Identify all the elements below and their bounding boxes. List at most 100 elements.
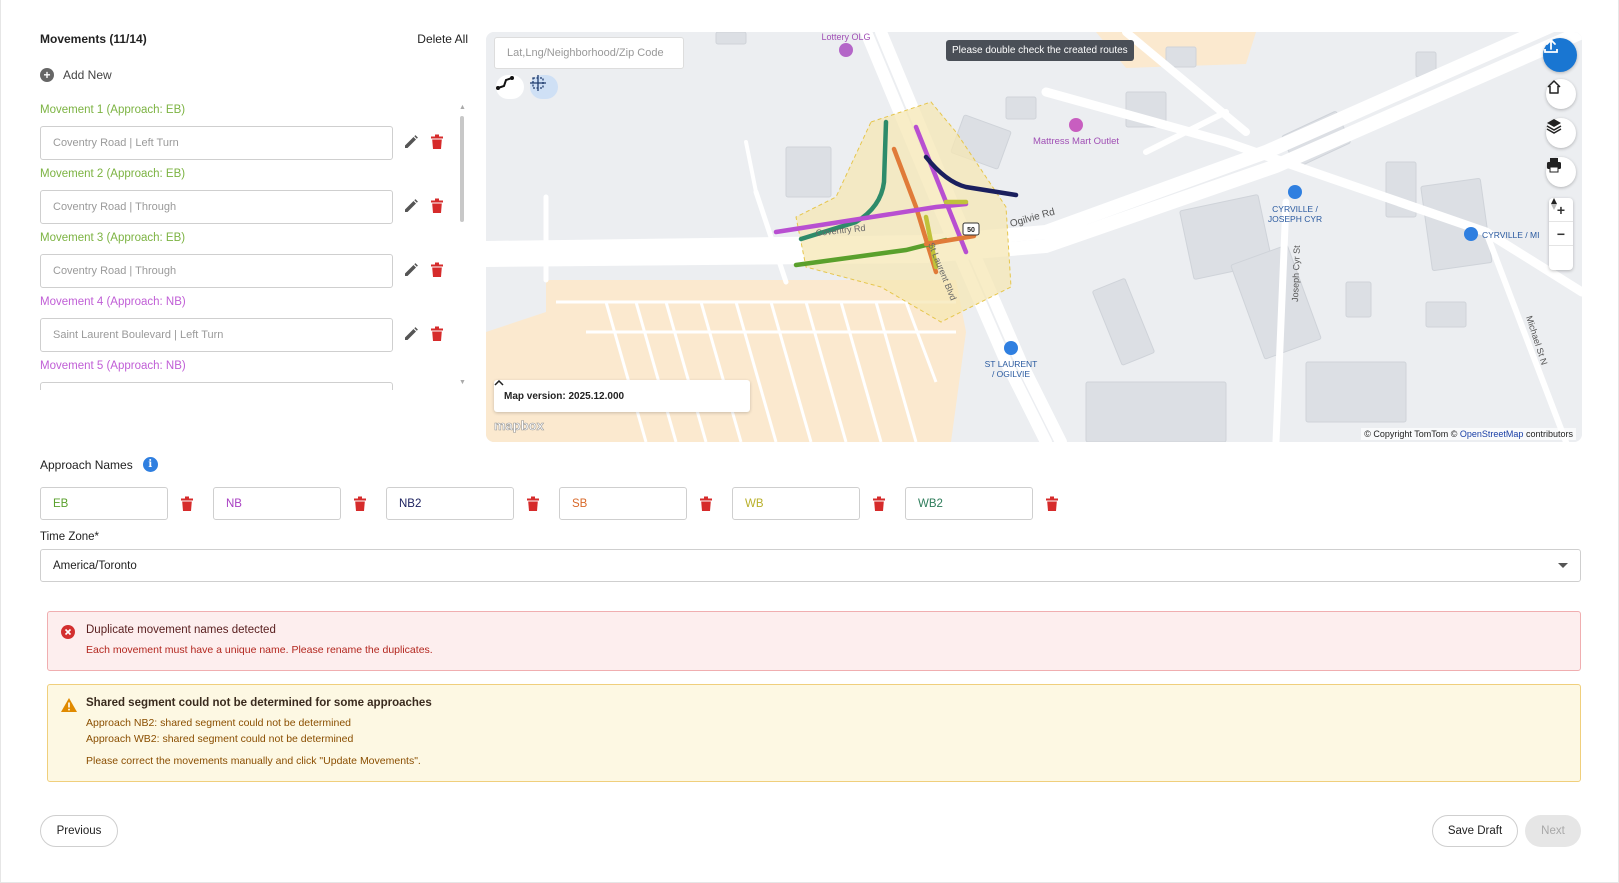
caret-down-icon <box>1558 563 1568 568</box>
home-button[interactable] <box>1546 79 1576 109</box>
movements-list[interactable]: Movement 1 (Approach: EB) Coventry Road … <box>40 100 458 390</box>
duplicate-names-alert: Duplicate movement names detected Each m… <box>47 611 1581 671</box>
compass-button[interactable] <box>1549 198 1573 270</box>
trash-icon[interactable] <box>430 262 444 278</box>
layers-button[interactable] <box>1546 118 1576 148</box>
movement-name-input[interactable]: Coventry Road | Left Turn <box>40 126 393 160</box>
approach-item: WB2 <box>905 487 1059 520</box>
info-icon[interactable]: i <box>142 457 158 472</box>
movement-label: Movement 4 (Approach: NB) <box>40 296 186 308</box>
trash-icon[interactable] <box>430 326 444 342</box>
movement-item: Movement 1 (Approach: EB) Coventry Road … <box>40 104 450 160</box>
road-label-joseph-cyr: Joseph Cyr St <box>1290 245 1302 302</box>
alert-line: Approach WB2: shared segment could not b… <box>86 733 354 745</box>
trash-icon[interactable] <box>430 134 444 150</box>
movement-item: Movement 2 (Approach: EB) Coventry Road … <box>40 168 450 224</box>
next-button[interactable]: Next <box>1525 815 1581 847</box>
add-new-button[interactable]: + Add New <box>40 68 112 82</box>
upload-icon <box>1544 38 1558 53</box>
routes-tooltip: Please double check the created routes <box>946 40 1134 61</box>
approach-name-input[interactable]: EB <box>40 487 168 520</box>
approach-name-input[interactable]: WB <box>732 487 860 520</box>
map-version-panel[interactable]: Map version: 2025.12.000 <box>494 380 750 412</box>
mapbox-logo: mapbox <box>494 418 544 434</box>
poi-label-cyrville-2: JOSEPH CYR <box>1268 214 1322 224</box>
movement-label: Movement 1 (Approach: EB) <box>40 104 186 116</box>
pencil-icon[interactable] <box>403 326 419 342</box>
bus-stop-icon[interactable] <box>1004 341 1018 355</box>
alert-message: Each movement must have a unique name. P… <box>86 644 433 656</box>
printer-icon <box>1547 158 1561 173</box>
warning-triangle-icon <box>61 698 77 712</box>
approach-item: NB2 <box>386 487 540 520</box>
approach-name-input[interactable]: NB <box>213 487 341 520</box>
trash-icon[interactable] <box>353 496 367 512</box>
timezone-value: America/Toronto <box>53 559 137 572</box>
upload-button[interactable] <box>1543 38 1577 72</box>
scroll-up-arrow[interactable]: ▲ <box>459 104 466 111</box>
trash-icon[interactable] <box>1045 496 1059 512</box>
openstreetmap-link[interactable]: OpenStreetMap <box>1460 429 1524 439</box>
movement-name-input[interactable]: Coventry Road | Through <box>40 190 393 224</box>
approach-item: EB <box>40 487 194 520</box>
pencil-icon[interactable] <box>403 262 419 278</box>
movements-scrollbar[interactable]: ▲ ▼ <box>459 104 466 386</box>
approach-item: NB <box>213 487 367 520</box>
draw-route-button[interactable] <box>496 75 524 99</box>
movement-item: Movement 3 (Approach: EB) Coventry Road … <box>40 232 450 288</box>
zoom-out-button[interactable]: − <box>1549 222 1573 246</box>
bus-stop-icon[interactable] <box>1464 227 1478 241</box>
timezone-select[interactable]: America/Toronto <box>40 549 1581 582</box>
approach-name-input[interactable]: NB2 <box>386 487 514 520</box>
map-view[interactable]: 50 Ogilvie Rd Coventry Rd St Laurent Blv… <box>486 32 1582 442</box>
approach-names-label: Approach Names <box>40 457 133 472</box>
trash-icon[interactable] <box>526 496 540 512</box>
movement-name-input[interactable]: Coventry Road | Through <box>40 254 393 288</box>
scroll-down-arrow[interactable]: ▼ <box>459 379 466 386</box>
approach-item: WB <box>732 487 886 520</box>
bus-stop-icon[interactable] <box>1288 185 1302 199</box>
poi-label-cyrville-mi: CYRVILLE / MI <box>1482 230 1539 240</box>
previous-button[interactable]: Previous <box>40 815 118 847</box>
alert-title: Shared segment could not be determined f… <box>86 697 432 709</box>
approach-name-input[interactable]: WB2 <box>905 487 1033 520</box>
select-intersection-button[interactable] <box>530 75 558 99</box>
pencil-icon[interactable] <box>403 198 419 214</box>
zoom-controls: + − <box>1549 198 1573 270</box>
layers-icon <box>1546 119 1562 134</box>
pencil-icon[interactable] <box>403 134 419 150</box>
approach-name-input[interactable]: SB <box>559 487 687 520</box>
save-draft-button[interactable]: Save Draft <box>1432 815 1518 847</box>
map-search-input[interactable]: Lat,Lng/Neighborhood/Zip Code <box>494 37 684 69</box>
approach-names-title: Approach Names i <box>40 457 158 472</box>
trash-icon[interactable] <box>430 198 444 214</box>
map-version-label: Map version: 2025.12.000 <box>504 390 625 402</box>
crosshair-select-icon <box>530 75 546 91</box>
movement-item: Movement 5 (Approach: NB) <box>40 360 450 390</box>
movement-name-input[interactable]: Saint Laurent Boulevard | Left Turn <box>40 318 393 352</box>
delete-all-button[interactable]: Delete All <box>417 32 468 46</box>
print-button[interactable] <box>1546 157 1576 187</box>
shopping-poi-icon[interactable] <box>1069 118 1083 132</box>
approach-item: SB <box>559 487 713 520</box>
trash-icon[interactable] <box>699 496 713 512</box>
map-attribution: © Copyright TomTom © OpenStreetMap contr… <box>1361 428 1576 440</box>
route-line-icon <box>496 76 514 90</box>
movement-item: Movement 4 (Approach: NB) Saint Laurent … <box>40 296 450 352</box>
alert-title: Duplicate movement names detected <box>86 624 276 636</box>
shopping-poi-icon[interactable] <box>839 43 853 57</box>
movements-header: Movements (11/14) Delete All <box>40 32 468 46</box>
movement-label: Movement 5 (Approach: NB) <box>40 360 186 372</box>
scroll-thumb[interactable] <box>460 116 464 222</box>
alert-line: Approach NB2: shared segment could not b… <box>86 717 351 729</box>
trash-icon[interactable] <box>872 496 886 512</box>
poi-label-st-laurent-2: / OGILVIE <box>992 369 1030 379</box>
compass-icon <box>1551 198 1557 210</box>
poi-label-st-laurent-1: ST LAURENT <box>985 359 1038 369</box>
plus-circle-icon: + <box>40 68 54 82</box>
trash-icon[interactable] <box>180 496 194 512</box>
movement-label: Movement 3 (Approach: EB) <box>40 232 186 244</box>
movement-name-input[interactable] <box>40 382 393 390</box>
route-shield-label: 50 <box>967 227 975 234</box>
add-new-label: Add New <box>63 68 112 82</box>
